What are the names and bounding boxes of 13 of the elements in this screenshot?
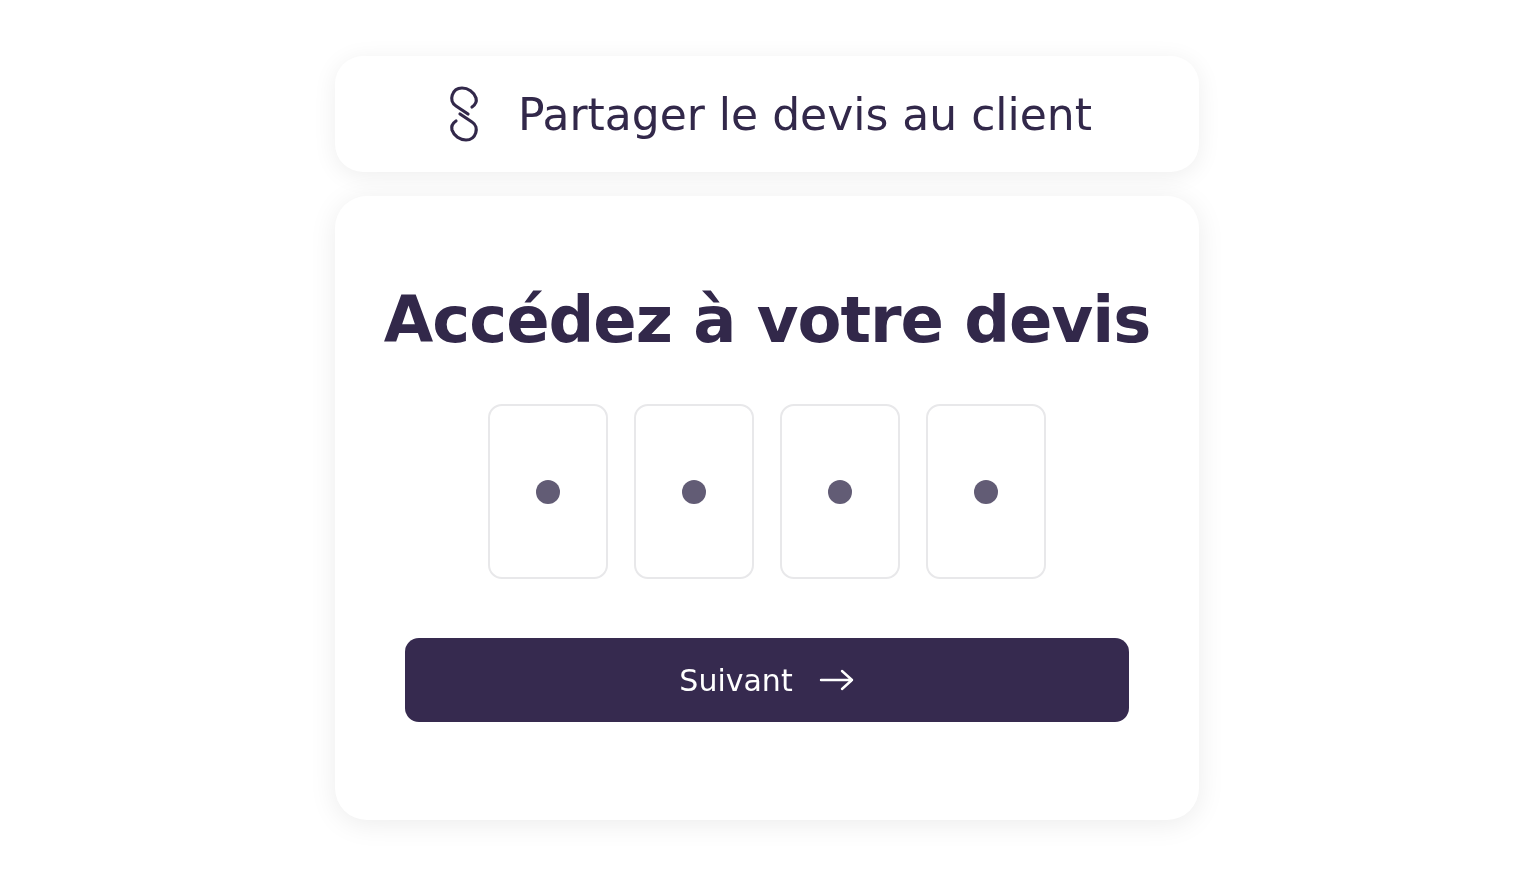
share-bar[interactable]: Partager le devis au client	[335, 56, 1199, 172]
share-label: Partager le devis au client	[517, 88, 1092, 140]
code-field[interactable]	[634, 404, 754, 579]
code-field[interactable]	[780, 404, 900, 579]
code-field[interactable]	[488, 404, 608, 579]
card-title: Accédez à votre devis	[383, 282, 1151, 359]
next-button[interactable]: Suivant	[405, 638, 1129, 722]
code-field[interactable]	[926, 404, 1046, 579]
masked-digit-icon	[682, 479, 706, 504]
masked-digit-icon	[974, 479, 998, 504]
masked-digit-icon	[828, 479, 852, 504]
masked-digit-icon	[536, 479, 560, 504]
arrow-right-icon	[818, 668, 855, 692]
